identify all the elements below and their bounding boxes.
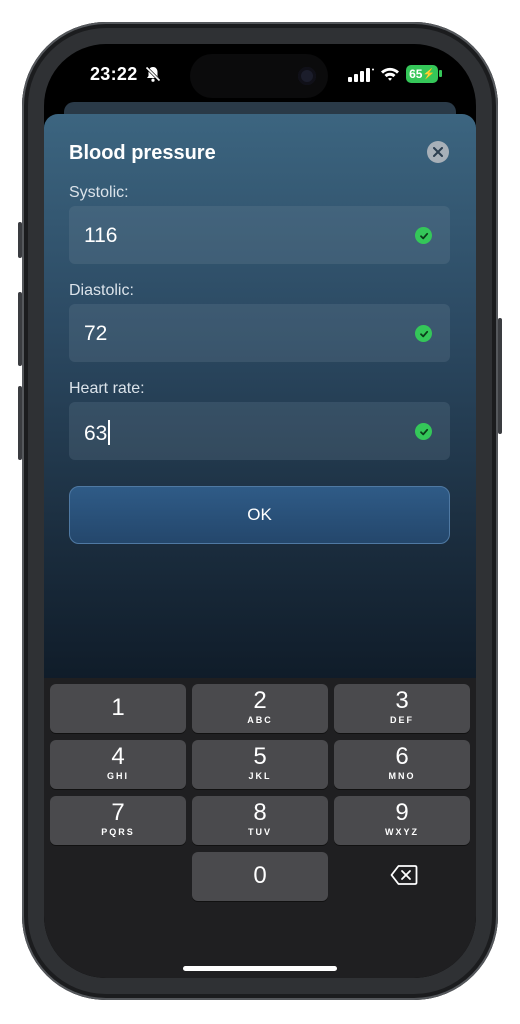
battery-indicator: 65 ⚡ [406, 65, 438, 83]
screen: 23:22 65 ⚡ Blood pressure Systolic: 116 … [44, 44, 476, 978]
bell-slash-icon [145, 66, 161, 82]
status-time: 23:22 [90, 64, 138, 84]
ok-button[interactable]: OK [69, 486, 450, 544]
heart-rate-label: Heart rate: [69, 380, 145, 397]
key-6[interactable]: 6 MNO [334, 740, 470, 789]
key-letters: PQRS [101, 827, 135, 837]
action-button [18, 222, 22, 258]
systolic-label: Systolic: [69, 184, 129, 201]
key-digit: 2 [253, 687, 267, 714]
front-camera [298, 67, 316, 85]
key-4[interactable]: 4 GHI [50, 740, 186, 789]
heart-rate-value: 63 [84, 422, 108, 445]
key-0[interactable]: 0 [192, 852, 328, 901]
key-letters: JKL [248, 771, 272, 781]
key-digit: 6 [395, 743, 409, 770]
key-5[interactable]: 5 JKL [192, 740, 328, 789]
systolic-value: 116 [84, 224, 118, 247]
volume-down-button [18, 386, 22, 460]
battery-level: 65 [409, 67, 423, 81]
systolic-field[interactable]: 116 [69, 206, 450, 264]
key-letters: DEF [390, 715, 414, 725]
status-bar: 23:22 65 ⚡ [44, 44, 476, 104]
key-9[interactable]: 9 WXYZ [334, 796, 470, 845]
key-digit: 0 [253, 862, 267, 889]
power-button [498, 318, 502, 434]
text-caret [108, 420, 111, 445]
key-letters: WXYZ [385, 827, 419, 837]
blood-pressure-sheet: Blood pressure Systolic: 116 Diastolic: … [44, 114, 476, 714]
diastolic-label: Diastolic: [69, 282, 134, 299]
key-1[interactable]: 1 [50, 684, 186, 733]
checkmark-icon [415, 423, 432, 440]
wifi-icon [381, 67, 399, 81]
checkmark-icon [415, 325, 432, 342]
battery-tip [439, 70, 442, 77]
close-icon [433, 147, 443, 157]
key-letters: TUV [248, 827, 272, 837]
key-digit: 8 [253, 799, 267, 826]
key-digit: 4 [111, 743, 125, 770]
diastolic-value: 72 [84, 322, 108, 345]
key-2[interactable]: 2 ABC [192, 684, 328, 733]
heart-rate-field[interactable]: 63 [69, 402, 450, 460]
key-3[interactable]: 3 DEF [334, 684, 470, 733]
key-letters: MNO [388, 771, 416, 781]
volume-up-button [18, 292, 22, 366]
diastolic-field[interactable]: 72 [69, 304, 450, 362]
cellular-signal-icon [348, 68, 374, 82]
delete-backspace-icon[interactable] [390, 864, 418, 886]
key-digit: 1 [111, 694, 125, 721]
key-digit: 5 [253, 743, 267, 770]
sheet-title: Blood pressure [69, 142, 216, 164]
numeric-keypad: 1 2 ABC 3 DEF 4 GHI 5 JKL 6 MNO 7 PQRS 8… [44, 678, 476, 978]
close-button[interactable] [427, 141, 449, 163]
charging-bolt-icon: ⚡ [422, 68, 435, 80]
heart-rate-value-wrap: 63 [84, 420, 111, 446]
key-digit: 9 [395, 799, 409, 826]
key-8[interactable]: 8 TUV [192, 796, 328, 845]
key-letters: GHI [106, 771, 129, 781]
key-7[interactable]: 7 PQRS [50, 796, 186, 845]
dynamic-island [190, 54, 328, 98]
checkmark-icon [415, 227, 432, 244]
home-indicator[interactable] [183, 966, 337, 971]
key-digit: 7 [111, 799, 125, 826]
key-digit: 3 [395, 687, 409, 714]
key-letters: ABC [247, 715, 273, 725]
